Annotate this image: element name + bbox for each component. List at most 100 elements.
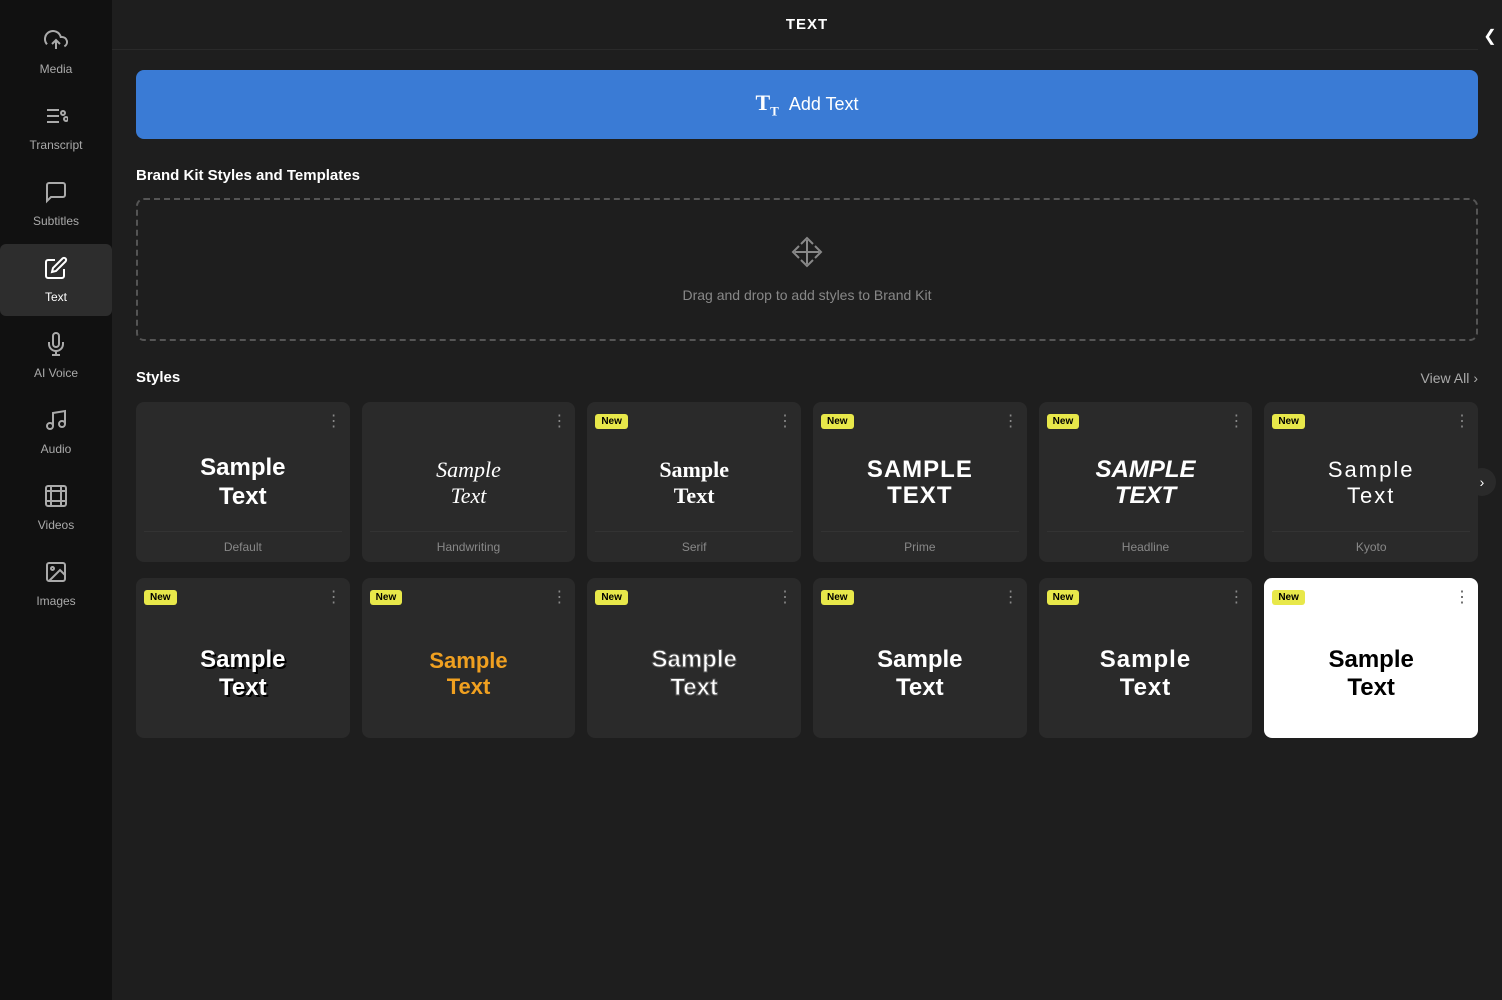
style-card-headline-label: Headline: [1047, 531, 1245, 562]
chevron-left-icon: ❮: [1483, 26, 1496, 46]
panel-title: TEXT: [112, 0, 1502, 50]
style-card-serif[interactable]: New ⋮ SampleText Serif: [587, 402, 801, 562]
style-card-handwriting-preview: SampleText: [370, 434, 568, 531]
add-text-button[interactable]: TT Add Text: [136, 70, 1478, 139]
brand-kit-dropzone[interactable]: Drag and drop to add styles to Brand Kit: [136, 198, 1478, 341]
style-card-prime[interactable]: New ⋮ SAMPLETEXT Prime: [813, 402, 1027, 562]
images-icon: [44, 560, 68, 588]
chevron-right-icon: ›: [1473, 370, 1478, 386]
style-card-row2-3[interactable]: New ⋮ SampleText: [587, 578, 801, 738]
sidebar-item-text[interactable]: Text: [0, 244, 112, 316]
style-card-row2-4-menu[interactable]: ⋮: [1003, 590, 1019, 606]
text-edit-icon: [44, 256, 68, 284]
sidebar-item-audio-label: Audio: [41, 442, 72, 456]
style-card-row2-2-menu[interactable]: ⋮: [551, 590, 567, 606]
style-card-row2-1-preview: SampleText: [144, 610, 342, 738]
style-card-row2-3-menu[interactable]: ⋮: [777, 590, 793, 606]
card-top-default: ⋮: [144, 414, 342, 430]
style-card-headline-preview: SAMPLETEXT: [1047, 434, 1245, 531]
style-card-row2-6-menu[interactable]: ⋮: [1454, 590, 1470, 606]
style-card-row2-6-preview: SampleText: [1272, 610, 1470, 738]
style-card-headline[interactable]: New ⋮ SAMPLETEXT Headline: [1039, 402, 1253, 562]
view-all-button[interactable]: View All ›: [1421, 370, 1478, 386]
card-top-serif: New ⋮: [595, 414, 793, 430]
style-card-kyoto-menu[interactable]: ⋮: [1454, 414, 1470, 430]
style-card-row2-4[interactable]: New ⋮ SampleText: [813, 578, 1027, 738]
sidebar: Media Transcript Subtitles: [0, 0, 112, 1000]
style-card-handwriting-menu[interactable]: ⋮: [551, 414, 567, 430]
style-card-headline-menu[interactable]: ⋮: [1228, 414, 1244, 430]
style-card-handwriting[interactable]: ⋮ SampleText Handwriting: [362, 402, 576, 562]
style-card-row2-1[interactable]: New ⋮ SampleText: [136, 578, 350, 738]
style-card-default-menu[interactable]: ⋮: [326, 414, 342, 430]
style-card-row2-1-menu[interactable]: ⋮: [326, 590, 342, 606]
panel-collapse-button[interactable]: ❮: [1478, 16, 1502, 56]
style-card-row2-2-preview: SampleText: [370, 610, 568, 738]
sidebar-item-media-label: Media: [40, 62, 73, 76]
style-card-prime-menu[interactable]: ⋮: [1003, 414, 1019, 430]
style-card-serif-label: Serif: [595, 531, 793, 562]
row2-1-new-badge: New: [144, 590, 177, 605]
drag-drop-icon: [791, 236, 823, 275]
card-top-kyoto: New ⋮: [1272, 414, 1470, 430]
styles-scroll-right-button[interactable]: ›: [1468, 468, 1496, 496]
brand-kit-section: Brand Kit Styles and Templates Drag and …: [136, 167, 1478, 341]
style-card-serif-menu[interactable]: ⋮: [777, 414, 793, 430]
style-card-kyoto-label: Kyoto: [1272, 531, 1470, 562]
style-card-prime-preview: SAMPLETEXT: [821, 434, 1019, 531]
style-card-default[interactable]: ⋮ SampleText Default: [136, 402, 350, 562]
style-card-row2-5-preview: SampleText: [1047, 610, 1245, 738]
row2-2-new-badge: New: [370, 590, 403, 605]
styles-header: Styles View All ›: [136, 369, 1478, 386]
transcript-icon: [44, 104, 68, 132]
media-icon: [44, 28, 68, 56]
card-top-prime: New ⋮: [821, 414, 1019, 430]
sidebar-item-images-label: Images: [36, 594, 75, 608]
sidebar-item-subtitles-label: Subtitles: [33, 214, 79, 228]
card-top-row2-1: New ⋮: [144, 590, 342, 606]
style-card-row2-6[interactable]: New ⋮ SampleText: [1264, 578, 1478, 738]
add-text-label: Add Text: [789, 94, 859, 115]
card-top-row2-4: New ⋮: [821, 590, 1019, 606]
sidebar-item-audio[interactable]: Audio: [0, 396, 112, 468]
sidebar-item-text-label: Text: [45, 290, 67, 304]
style-card-row2-2[interactable]: New ⋮ SampleText: [362, 578, 576, 738]
card-top-row2-5: New ⋮: [1047, 590, 1245, 606]
sidebar-item-media[interactable]: Media: [0, 16, 112, 88]
sidebar-item-videos-label: Videos: [38, 518, 74, 532]
panel-content: TT Add Text Brand Kit Styles and Templat…: [112, 50, 1502, 1000]
sidebar-item-ai-voice[interactable]: AI Voice: [0, 320, 112, 392]
prime-new-badge: New: [821, 414, 854, 429]
subtitles-icon: [44, 180, 68, 208]
style-card-default-preview: SampleText: [144, 434, 342, 531]
sidebar-item-transcript[interactable]: Transcript: [0, 92, 112, 164]
styles-section-title: Styles: [136, 369, 180, 386]
brand-kit-title: Brand Kit Styles and Templates: [136, 167, 1478, 184]
drag-drop-text: Drag and drop to add styles to Brand Kit: [682, 287, 931, 303]
styles-grid-row1: ⋮ SampleText Default ⋮: [136, 402, 1478, 562]
sidebar-item-transcript-label: Transcript: [30, 138, 83, 152]
style-card-default-label: Default: [144, 531, 342, 562]
kyoto-new-badge: New: [1272, 414, 1305, 429]
sidebar-item-videos[interactable]: Videos: [0, 472, 112, 544]
style-card-row2-5[interactable]: New ⋮ SampleText: [1039, 578, 1253, 738]
card-top-row2-3: New ⋮: [595, 590, 793, 606]
style-card-row2-3-preview: SampleText: [595, 610, 793, 738]
sidebar-item-ai-voice-label: AI Voice: [34, 366, 78, 380]
styles-grid-row2: New ⋮ SampleText New ⋮: [136, 578, 1478, 738]
audio-icon: [44, 408, 68, 436]
row2-4-new-badge: New: [821, 590, 854, 605]
sidebar-item-subtitles[interactable]: Subtitles: [0, 168, 112, 240]
row2-3-new-badge: New: [595, 590, 628, 605]
styles-section: Styles View All › ⋮ SampleT: [136, 369, 1478, 738]
sidebar-item-images[interactable]: Images: [0, 548, 112, 620]
style-card-row2-5-menu[interactable]: ⋮: [1228, 590, 1244, 606]
style-card-serif-preview: SampleText: [595, 434, 793, 531]
style-card-handwriting-label: Handwriting: [370, 531, 568, 562]
style-card-kyoto[interactable]: New ⋮ SampleText Kyoto: [1264, 402, 1478, 562]
style-card-row2-4-preview: SampleText: [821, 610, 1019, 738]
card-top-headline: New ⋮: [1047, 414, 1245, 430]
ai-voice-icon: [44, 332, 68, 360]
row2-5-new-badge: New: [1047, 590, 1080, 605]
style-card-kyoto-preview: SampleText: [1272, 434, 1470, 531]
